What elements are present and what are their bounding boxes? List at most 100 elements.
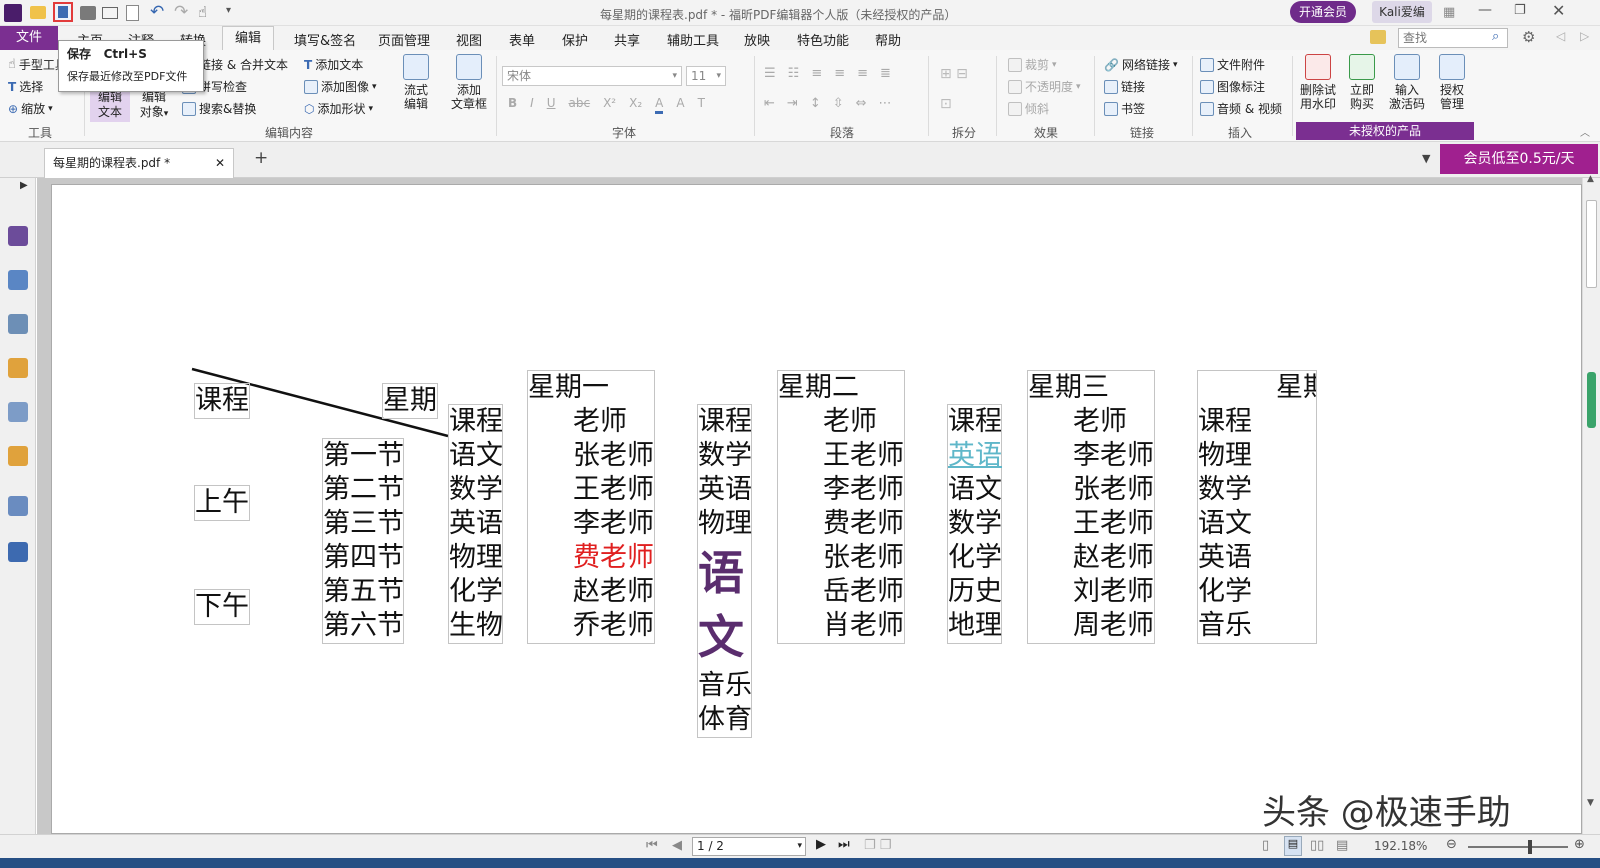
image-annotation-button[interactable]: 图像标注 [1200, 78, 1265, 95]
scan-icon[interactable] [102, 7, 118, 19]
user-name[interactable]: Kali爱编 [1372, 1, 1432, 23]
signatures-panel-icon[interactable] [8, 542, 28, 562]
monday-course-column[interactable]: 课程 语文 数学 英语 物理 化学 生物 [448, 404, 503, 644]
undo-icon[interactable]: ↶ [150, 2, 164, 22]
collapse-ribbon-icon[interactable]: ︿ [1580, 124, 1590, 139]
split-icon[interactable]: ⊞ ⊟ [940, 66, 968, 82]
security-panel-icon[interactable] [8, 446, 28, 466]
zoom-level[interactable]: 192.18% [1374, 839, 1427, 853]
bullet-list-icon[interactable]: ☰ [764, 66, 776, 81]
pdf-page[interactable]: 课程 星期 上午 下午 第一节 第二节 第三节 第四节 第五节 第六节 课程 语… [51, 184, 1582, 834]
wednesday-teacher-column[interactable]: 星期三 老师 李老师 张老师 王老师 赵老师 刘老师 周老师 [1027, 370, 1155, 644]
close-icon[interactable]: ✕ [1552, 1, 1565, 20]
tab-list-dropdown-icon[interactable]: ▼ [1422, 152, 1430, 165]
layers-panel-icon[interactable] [8, 314, 28, 334]
audio-video-button[interactable]: 音频 & 视频 [1200, 100, 1282, 117]
font-size-select[interactable]: 11 ▾ [686, 66, 726, 86]
search-options-icon[interactable] [1370, 30, 1386, 44]
save-icon[interactable] [53, 2, 73, 22]
char-spacing-icon[interactable]: ⇔ [856, 96, 867, 111]
last-page-icon[interactable]: ⏭ [838, 837, 850, 852]
justify-icon[interactable]: ≣ [880, 66, 891, 81]
window-layout-icon[interactable]: ▦ [1443, 5, 1455, 20]
zoom-out-icon[interactable]: ⊖ [1446, 837, 1457, 852]
menu-accessibility[interactable]: 辅助工具 [667, 30, 719, 49]
minimize-icon[interactable]: — [1478, 2, 1492, 18]
font-outline-icon[interactable]: A [676, 96, 684, 114]
menu-page-manage[interactable]: 页面管理 [378, 30, 430, 49]
add-shape-button[interactable]: ⬡ 添加形状 ▾ [304, 100, 373, 117]
italic-icon[interactable]: I [530, 96, 534, 114]
edit-object-button[interactable]: 编辑 对象▾ [134, 88, 174, 122]
align-center-icon[interactable]: ≡ [834, 66, 845, 81]
crop-button[interactable]: 裁剪 ▾ [1008, 56, 1057, 73]
line-spacing-icon[interactable]: ↕ [810, 96, 821, 111]
superscript-icon[interactable]: X² [603, 96, 616, 114]
menu-edit[interactable]: 编辑 [222, 26, 274, 51]
periods-column[interactable]: 第一节 第二节 第三节 第四节 第五节 第六节 [322, 438, 404, 644]
search-icon[interactable]: ⌕ [1492, 29, 1499, 44]
license-manage-button[interactable]: 授权 管理 [1434, 54, 1470, 111]
font-family-select[interactable]: 宋体 ▾ [502, 66, 682, 86]
select-tool-button[interactable]: T 选择 [8, 78, 43, 95]
text-format-icon[interactable]: T [698, 96, 705, 114]
new-document-icon[interactable] [126, 5, 139, 21]
expand-panel-icon[interactable]: ▶ [20, 180, 28, 191]
buy-now-button[interactable]: 立即 购买 [1344, 54, 1380, 111]
thursday-column[interactable]: 星期 课程 物理 数学 语文 英语 化学 音乐 [1197, 370, 1317, 644]
settings-icon[interactable]: ⚙ [1522, 28, 1535, 46]
zoom-slider-track[interactable] [1468, 846, 1568, 848]
paragraph-spacing-icon[interactable]: ⇳ [833, 96, 844, 111]
promo-banner[interactable]: 会员低至0.5元/天 [1440, 144, 1598, 174]
single-page-icon[interactable]: ▯ [1262, 838, 1269, 853]
hand-tool-icon[interactable]: ☝ [198, 3, 207, 21]
menu-form[interactable]: 表单 [509, 30, 535, 49]
afternoon-label[interactable]: 下午 [194, 589, 250, 625]
skew-button[interactable]: 倾斜 [1008, 100, 1049, 117]
document-canvas[interactable]: 课程 星期 上午 下午 第一节 第二节 第三节 第四节 第五节 第六节 课程 语… [37, 178, 1582, 834]
opacity-button[interactable]: 不透明度 ▾ [1008, 78, 1081, 95]
menu-slideshow[interactable]: 放映 [744, 30, 770, 49]
new-tab-icon[interactable]: + [254, 148, 268, 168]
scroll-down-icon[interactable]: ▼ [1587, 798, 1594, 808]
indent-decrease-icon[interactable]: ⇤ [764, 96, 775, 111]
menu-view[interactable]: 视图 [456, 30, 482, 49]
remove-watermark-button[interactable]: 删除试 用水印 [1298, 54, 1338, 111]
monday-teacher-column[interactable]: 星期一 老师 张老师 王老师 李老师 费老师 赵老师 乔老师 [527, 370, 655, 644]
menu-share[interactable]: 共享 [614, 30, 640, 49]
customize-dropdown-icon[interactable]: ▾ [226, 5, 231, 16]
flow-edit-button[interactable]: 流式 编辑 [398, 54, 434, 111]
vertical-scrollbar[interactable]: ▲ ▼ [1582, 174, 1600, 834]
bold-icon[interactable]: B [508, 96, 517, 114]
header-course-label[interactable]: 课程 [194, 383, 250, 419]
indent-increase-icon[interactable]: ⇥ [787, 96, 798, 111]
bookmark-button[interactable]: 书签 [1104, 100, 1145, 117]
header-weekday-label[interactable]: 星期 [382, 383, 438, 419]
font-color-icon[interactable]: A [655, 96, 664, 114]
fields-panel-icon[interactable] [8, 496, 28, 516]
back-icon[interactable]: ◁ [1556, 29, 1565, 43]
redo-icon[interactable]: ↷ [174, 2, 188, 22]
previous-page-icon[interactable]: ◀ [672, 838, 682, 853]
menu-help[interactable]: 帮助 [875, 30, 901, 49]
align-right-icon[interactable]: ≡ [857, 66, 868, 81]
split-merge-icon[interactable]: ⊡ [940, 96, 952, 112]
activation-code-button[interactable]: 输入 激活码 [1386, 54, 1428, 111]
edit-text-button[interactable]: 编辑 文本 [90, 88, 130, 122]
tuesday-course-column[interactable]: 课程 数学 英语 物理 语 文 音乐 体育 [697, 404, 752, 738]
file-attachment-button[interactable]: 文件附件 [1200, 56, 1265, 73]
document-tab[interactable]: 每星期的课程表.pdf * ✕ [44, 148, 234, 178]
comments-panel-icon[interactable] [8, 358, 28, 378]
align-left-icon[interactable]: ≡ [811, 66, 822, 81]
strikethrough-icon[interactable]: abc [569, 96, 591, 114]
facing-page-icon[interactable]: ▯▯ [1310, 838, 1324, 853]
scroll-position-marker[interactable] [1587, 372, 1596, 428]
link-button[interactable]: 链接 [1104, 78, 1145, 95]
open-folder-icon[interactable] [30, 6, 46, 19]
menu-fill-sign[interactable]: 填写&签名 [294, 30, 356, 49]
tuesday-teacher-column[interactable]: 星期二 老师 王老师 李老师 费老师 张老师 岳老师 肖老师 [777, 370, 905, 644]
scroll-up-icon[interactable]: ▲ [1587, 174, 1594, 184]
zoom-in-icon[interactable]: ⊕ [1574, 837, 1585, 852]
bookmarks-panel-icon[interactable] [8, 226, 28, 246]
zoom-slider-thumb[interactable] [1528, 840, 1532, 854]
